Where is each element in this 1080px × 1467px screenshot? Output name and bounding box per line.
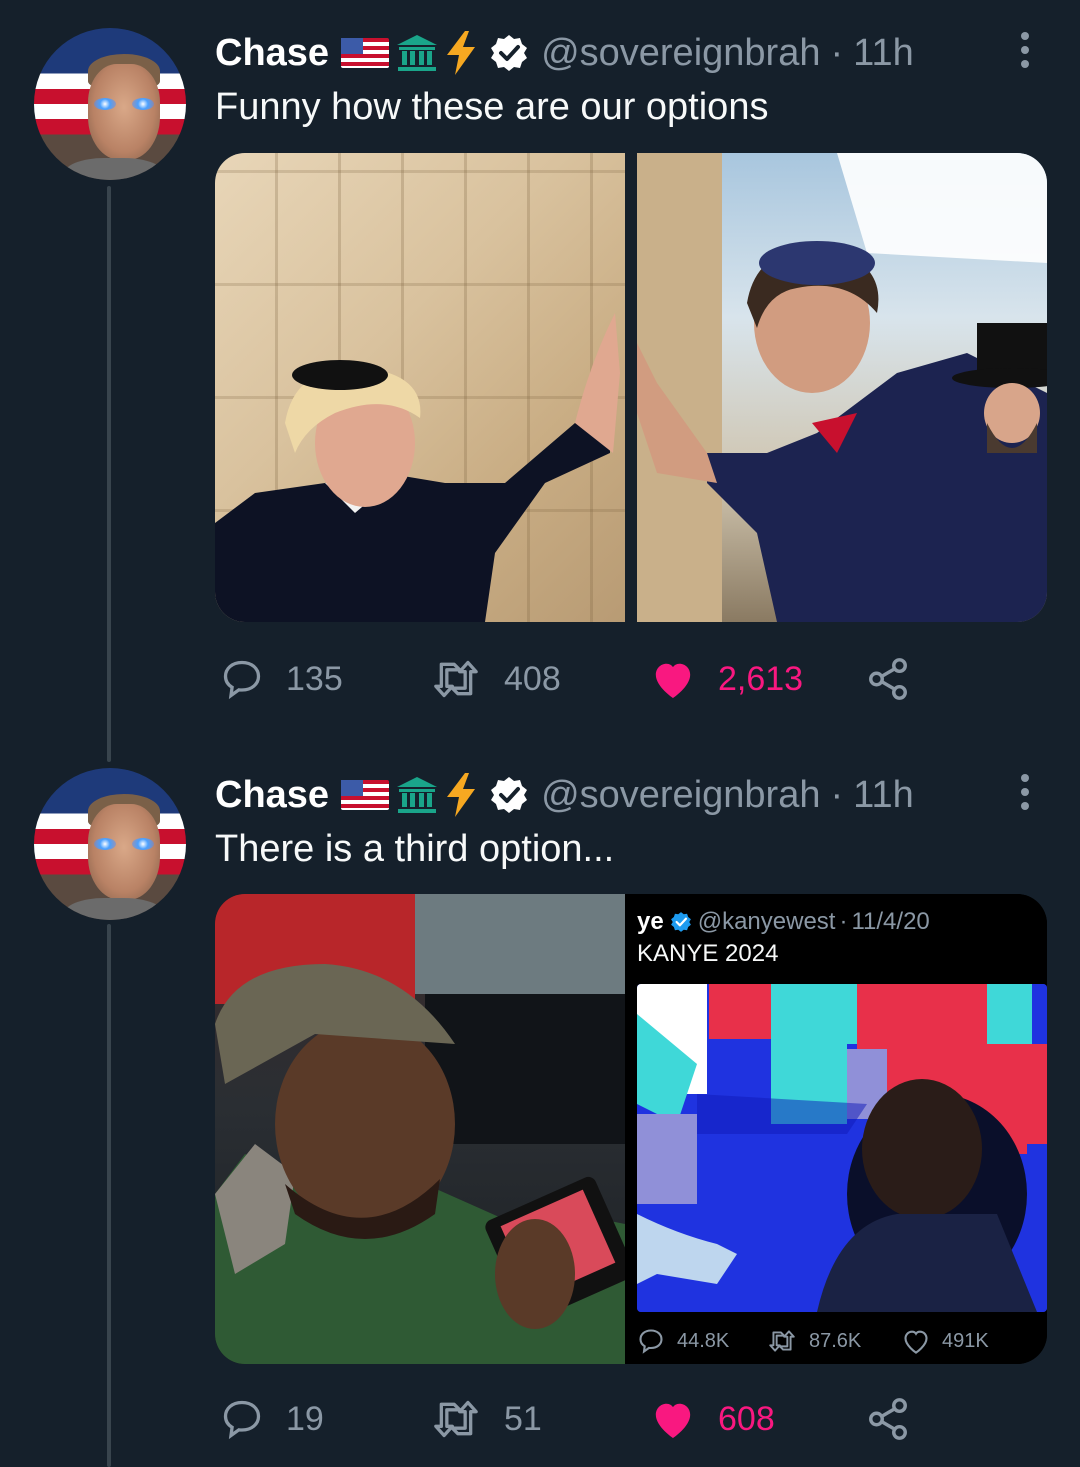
embedded-retweet-button[interactable]: 87.6K <box>767 1324 861 1358</box>
separator: · <box>839 908 848 935</box>
tweet-text: Funny how these are our options <box>215 86 769 128</box>
election-map-image[interactable] <box>637 984 1047 1312</box>
separator: · <box>830 773 844 816</box>
retweet-icon <box>434 660 478 698</box>
display-name[interactable]: Chase <box>215 774 329 817</box>
avatar[interactable] <box>34 28 186 180</box>
embedded-reply-button[interactable]: 44.8K <box>637 1324 729 1358</box>
more-options-icon[interactable] <box>1020 774 1030 810</box>
flag-usa-icon <box>341 780 390 810</box>
embedded-tweet-header: ye @kanyewest · 11/4/20 <box>637 908 930 936</box>
share-button[interactable] <box>865 654 933 704</box>
like-count: 2,613 <box>718 659 804 698</box>
embedded-handle[interactable]: @kanyewest <box>698 908 836 936</box>
reply-icon <box>639 1329 663 1354</box>
flag-usa-icon <box>341 38 390 68</box>
share-icon <box>869 1398 907 1440</box>
tweet[interactable]: Chase @sovereignbrah · 11h Funny how the… <box>0 0 1080 740</box>
retweet-button[interactable]: 51 <box>430 1394 542 1444</box>
retweet-count: 408 <box>504 659 561 698</box>
retweet-icon <box>434 1400 478 1438</box>
handle[interactable]: @sovereignbrah <box>541 32 820 75</box>
tweet-text: There is a third option... <box>215 828 615 870</box>
bank-building-icon <box>397 777 438 813</box>
verified-badge-icon <box>491 35 528 71</box>
bank-building-icon <box>397 35 438 71</box>
retweet-icon <box>769 1330 795 1352</box>
embedded-retweet-count: 87.6K <box>809 1329 862 1352</box>
reply-icon <box>223 1400 261 1440</box>
display-name[interactable]: Chase <box>215 32 329 75</box>
photo-left[interactable] <box>215 894 625 1364</box>
reply-count: 19 <box>286 1399 324 1438</box>
embedded-tweet-text: KANYE 2024 <box>637 940 779 967</box>
reply-button[interactable]: 135 <box>220 654 343 704</box>
lightning-bolt-icon <box>447 31 476 75</box>
embedded-like-button[interactable]: 491K <box>902 1324 989 1358</box>
tweet-actions: 135 408 2,613 <box>220 654 920 704</box>
tweet-media[interactable] <box>215 153 1047 622</box>
heart-icon <box>655 663 691 699</box>
timestamp[interactable]: 11h <box>853 32 914 75</box>
tweet-header: Chase @sovereignbrah · 11h <box>215 28 914 78</box>
retweet-button[interactable]: 408 <box>430 654 561 704</box>
like-button[interactable]: 608 <box>650 1394 775 1444</box>
photo-left[interactable] <box>215 153 625 622</box>
heart-icon <box>904 1330 928 1354</box>
handle[interactable]: @sovereignbrah <box>541 774 820 817</box>
retweet-count: 51 <box>504 1399 542 1438</box>
embedded-date[interactable]: 11/4/20 <box>851 908 929 936</box>
verified-badge-icon <box>491 777 528 813</box>
tweet-actions: 19 51 608 <box>220 1394 920 1444</box>
photo-right[interactable] <box>637 153 1047 622</box>
verified-badge-icon <box>670 912 691 932</box>
like-button[interactable]: 2,613 <box>650 654 803 704</box>
separator: · <box>830 31 844 74</box>
reply-button[interactable]: 19 <box>220 1394 324 1444</box>
tweet-header: Chase @sovereignbrah · 11h <box>215 770 914 820</box>
more-options-icon[interactable] <box>1020 32 1030 68</box>
reply-icon <box>223 660 261 700</box>
embedded-tweet[interactable]: ye @kanyewest · 11/4/20 KANYE 2024 44.8K… <box>637 894 1047 1364</box>
reply-count: 135 <box>286 659 343 698</box>
embedded-like-count: 491K <box>942 1329 989 1352</box>
lightning-bolt-icon <box>447 773 476 817</box>
embedded-reply-count: 44.8K <box>677 1329 730 1352</box>
embedded-display-name[interactable]: ye <box>637 908 664 936</box>
share-button[interactable] <box>865 1394 933 1444</box>
avatar[interactable] <box>34 768 186 920</box>
tweet[interactable]: Chase @sovereignbrah · 11h There is a th… <box>0 740 1080 1467</box>
tweet-media[interactable]: ye @kanyewest · 11/4/20 KANYE 2024 44.8K… <box>215 894 1047 1364</box>
like-count: 608 <box>718 1399 775 1438</box>
timestamp[interactable]: 11h <box>853 774 914 817</box>
heart-icon <box>655 1403 691 1439</box>
share-icon <box>869 658 907 700</box>
embedded-tweet-actions: 44.8K 87.6K 491K <box>637 1324 1047 1358</box>
